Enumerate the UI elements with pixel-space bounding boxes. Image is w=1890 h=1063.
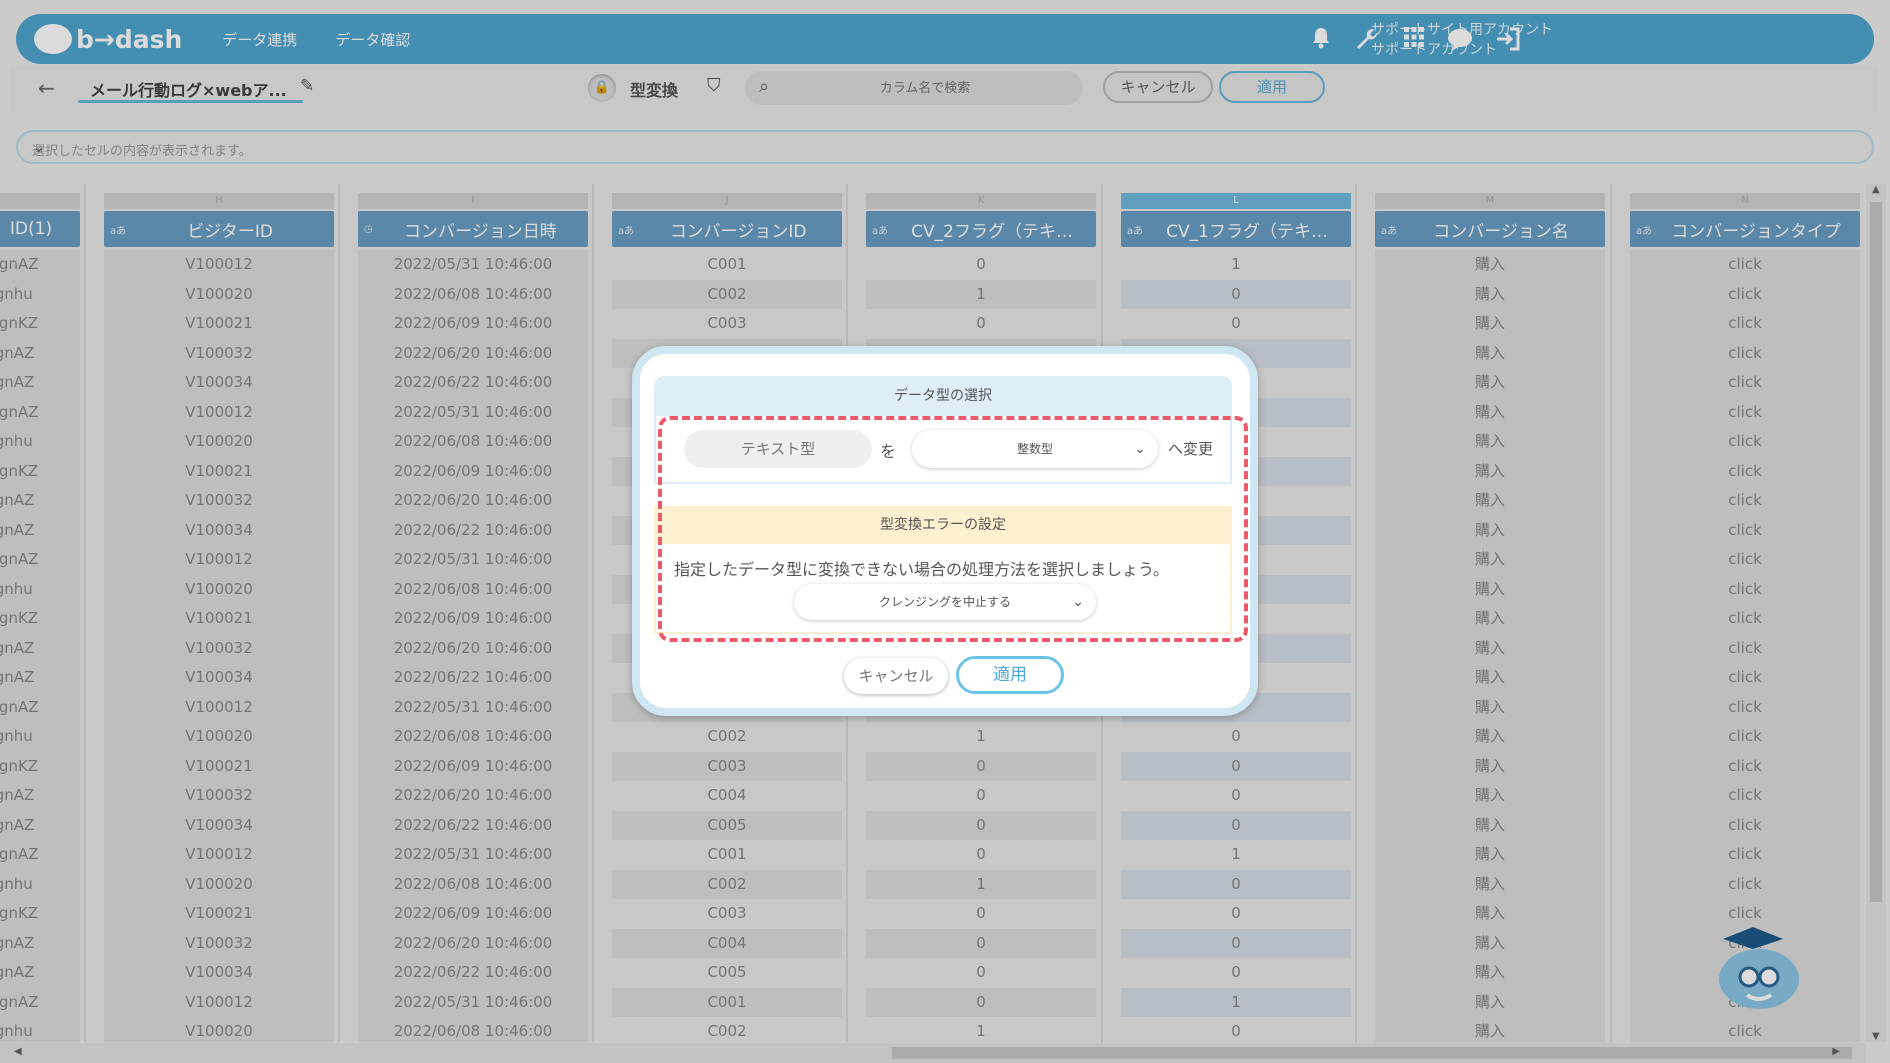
chevron-down-icon: ⌄: [1072, 594, 1084, 610]
particle-label: を: [880, 442, 897, 461]
dialog-apply-button[interactable]: 適用: [956, 656, 1064, 694]
type-conversion-dialog: データ型の選択 テキスト型 を 整数型 ⌄ へ変更 型変換エラーの設定 指定した…: [632, 346, 1258, 716]
error-section-title: 型変換エラーの設定: [654, 506, 1232, 544]
datatype-section: テキスト型 を 整数型 ⌄ へ変更: [654, 416, 1232, 484]
target-type-select[interactable]: 整数型 ⌄: [912, 430, 1158, 468]
error-instruction: 指定したデータ型に変換できない場合の処理方法を選択しましょう。: [674, 560, 1170, 579]
source-type-pill: テキスト型: [684, 430, 872, 468]
error-handling-select[interactable]: クレンジングを中止する ⌄: [794, 584, 1096, 620]
target-type-value: 整数型: [1016, 442, 1053, 456]
error-section: 指定したデータ型に変換できない場合の処理方法を選択しましょう。 クレンジングを中…: [654, 544, 1232, 634]
error-handling-value: クレンジングを中止する: [878, 595, 1011, 609]
chevron-down-icon: ⌄: [1134, 441, 1146, 457]
dialog-cancel-button[interactable]: キャンセル: [844, 658, 948, 694]
change-suffix-label: へ変更: [1168, 440, 1214, 458]
datatype-section-title: データ型の選択: [654, 376, 1232, 416]
